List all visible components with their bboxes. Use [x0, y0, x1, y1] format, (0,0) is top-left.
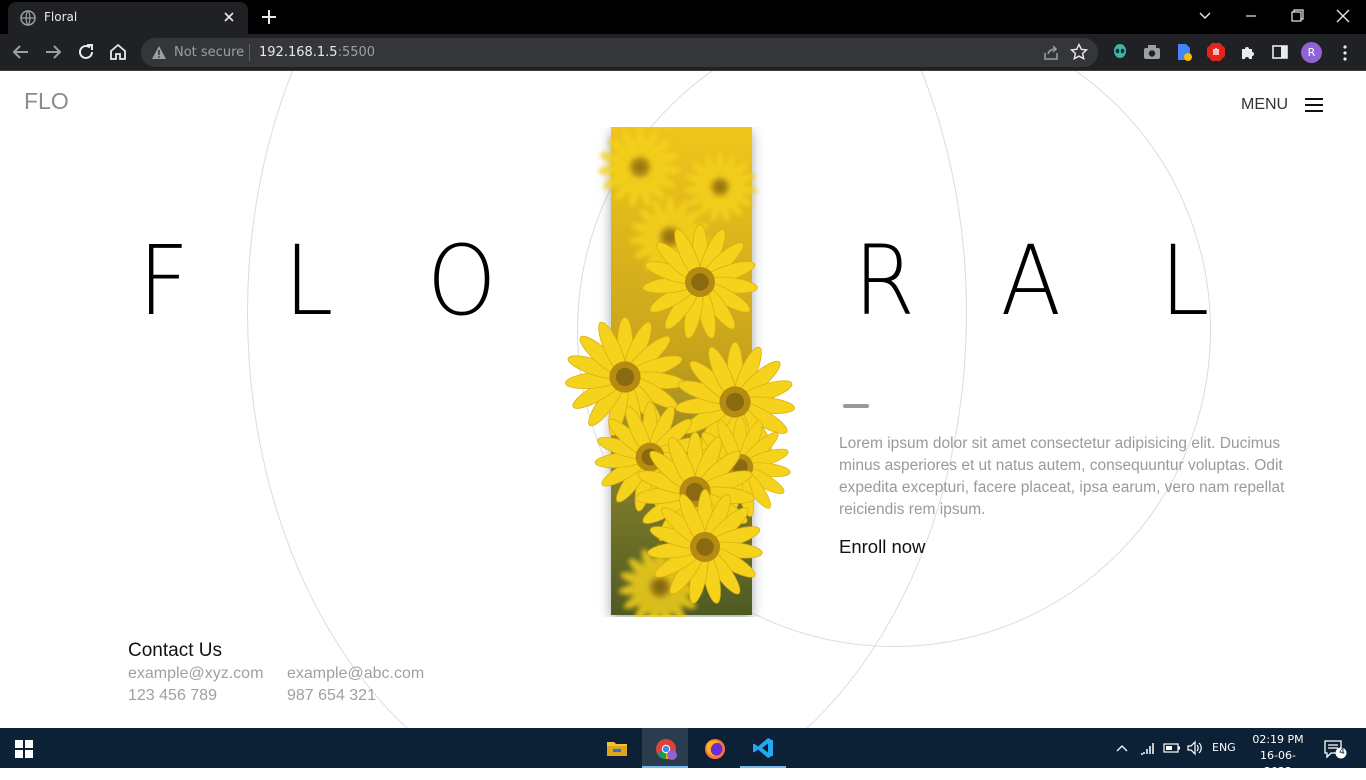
minimize-icon[interactable] [1231, 4, 1271, 28]
security-label[interactable]: Not secure [174, 45, 244, 60]
url-text[interactable]: 192.168.1.5:5500 [259, 45, 375, 60]
contact-email-1[interactable]: example@xyz.com [128, 665, 263, 683]
close-window-icon[interactable] [1323, 4, 1363, 28]
menu-label[interactable]: MENU [1241, 96, 1288, 114]
hero-letter-r: R [853, 225, 916, 337]
clock-time: 02:19 PM [1252, 733, 1304, 746]
browser-tab[interactable]: Floral [8, 2, 248, 34]
tab-search-icon[interactable] [1185, 4, 1225, 28]
restore-icon[interactable] [1277, 4, 1317, 28]
taskbar-vscode[interactable] [740, 728, 786, 768]
side-panel-icon[interactable] [1270, 42, 1290, 62]
hero-letter-l2: L [1160, 225, 1210, 337]
folder-icon [607, 742, 627, 756]
hero-description: Lorem ipsum dolor sit amet consectetur a… [839, 435, 1285, 518]
site-logo[interactable]: FLO [24, 88, 69, 115]
home-icon[interactable] [107, 41, 129, 63]
back-icon[interactable] [10, 41, 32, 63]
extension-alien-icon[interactable] [1110, 42, 1130, 62]
browser-toolbar: Not secure 192.168.1.5:5500 R [0, 34, 1366, 71]
contact-phone-1: 123 456 789 [128, 687, 217, 704]
firefox-icon [705, 739, 725, 759]
address-bar[interactable]: Not secure 192.168.1.5:5500 [141, 38, 1098, 67]
chevron-up-icon[interactable] [1115, 742, 1129, 754]
globe-icon [20, 10, 36, 26]
tab-title: Floral [44, 10, 78, 24]
language-indicator[interactable]: ENG [1212, 741, 1236, 754]
clock-date: 16-06-2022 [1260, 749, 1296, 778]
network-icon[interactable] [1140, 741, 1156, 755]
more-options-icon[interactable] [1340, 43, 1350, 63]
hero-letter-a: A [1000, 225, 1062, 337]
browser-tab-bar: Floral [0, 0, 1366, 34]
taskbar-file-explorer[interactable] [594, 728, 640, 768]
extensions-puzzle-icon[interactable] [1238, 42, 1258, 62]
new-tab-icon[interactable] [258, 6, 280, 28]
camera-icon[interactable] [1142, 42, 1162, 62]
address-divider [249, 44, 250, 61]
battery-icon[interactable] [1163, 742, 1181, 754]
taskbar-chrome[interactable] [642, 728, 688, 768]
close-tab-icon[interactable] [220, 8, 238, 26]
contact-heading: Contact Us [128, 640, 222, 661]
extension-doc-icon[interactable] [1174, 42, 1194, 62]
hero-letter-o: O [427, 225, 497, 337]
url-host: 192.168.1.5 [259, 45, 338, 60]
bookmark-star-icon[interactable] [1070, 43, 1088, 61]
reload-icon[interactable] [75, 41, 97, 63]
hero-letter-l: L [284, 225, 334, 337]
volume-icon[interactable] [1186, 740, 1204, 756]
forward-icon[interactable] [42, 41, 64, 63]
adblock-icon[interactable] [1206, 42, 1226, 62]
share-icon[interactable] [1042, 44, 1060, 62]
notification-count: 4 [1339, 747, 1345, 757]
webpage: FLO MENU F L O R A L Lorem ipsum dolor s… [0, 71, 1366, 728]
windows-start-icon[interactable] [15, 740, 33, 758]
taskbar-firefox[interactable] [692, 728, 738, 768]
flower-image [564, 127, 796, 617]
system-clock[interactable]: 02:19 PM 16-06-2022 [1248, 732, 1308, 780]
accent-dash [843, 404, 869, 408]
hero-letter-f: F [138, 225, 190, 337]
contact-email-2[interactable]: example@abc.com [287, 665, 424, 683]
vscode-icon [753, 738, 773, 758]
profile-avatar[interactable]: R [1301, 42, 1322, 63]
contact-phone-2: 987 654 321 [287, 687, 376, 704]
warning-icon[interactable] [151, 45, 167, 60]
hamburger-menu-icon[interactable] [1305, 98, 1323, 112]
chrome-icon [656, 739, 677, 760]
url-port: :5500 [337, 45, 376, 60]
enroll-now-link[interactable]: Enroll now [839, 536, 925, 558]
windows-taskbar: ENG 02:19 PM 16-06-2022 4 [0, 728, 1366, 778]
